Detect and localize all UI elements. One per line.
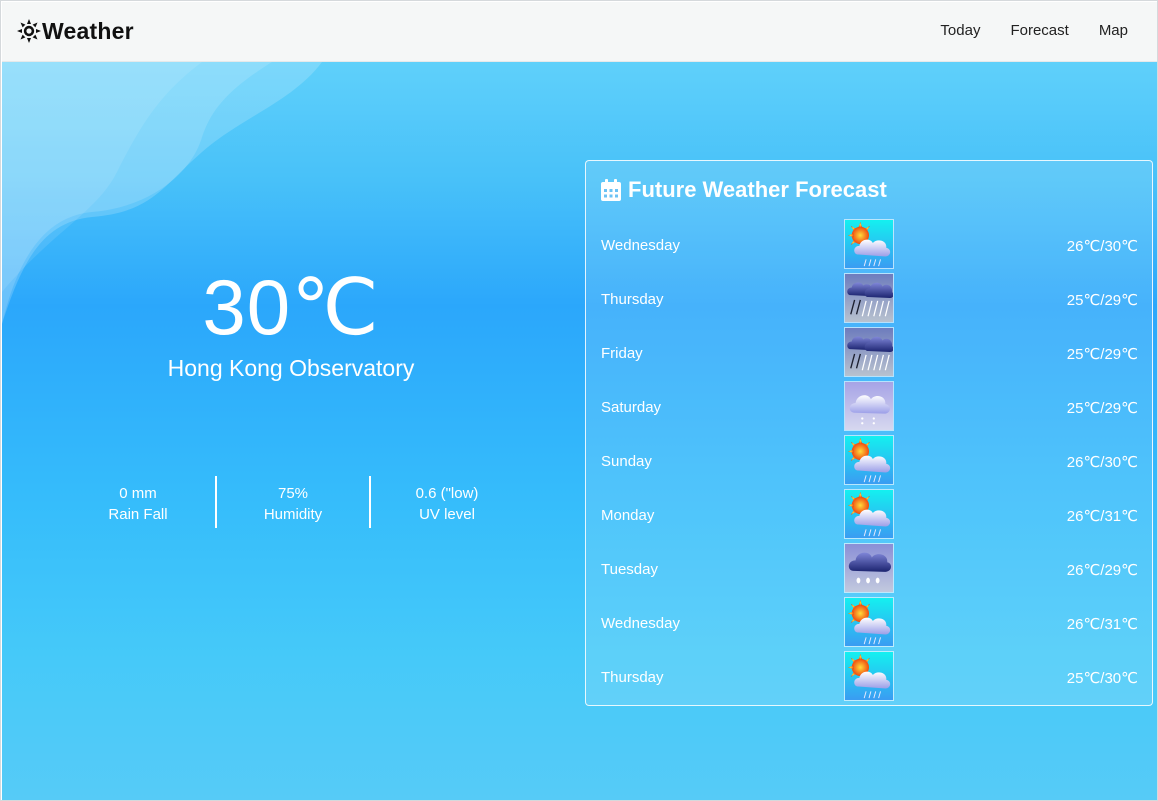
nav-link-map[interactable]: Map (1099, 22, 1128, 39)
stat-label: Humidity (263, 506, 323, 523)
stat-value: 75% (277, 485, 309, 502)
brand[interactable]: Weather (17, 16, 134, 46)
forecast-row: Wednesday 26℃/30℃ (586, 218, 1152, 272)
stat-label: UV level (419, 506, 475, 523)
nav-link-today[interactable]: Today (940, 22, 980, 39)
app-window: Weather Today Forecast Map 30℃ Hong Kong… (0, 0, 1158, 801)
dark-cloud-rain-icon (844, 543, 894, 593)
forecast-temp: 25℃/29℃ (1066, 400, 1138, 417)
forecast-row: Saturday 25℃/29℃ (586, 380, 1152, 434)
sun-cloud-rain-icon (844, 651, 894, 701)
stat-rainfall: 0 mm Rain Fall (61, 476, 215, 528)
weather-main: 30℃ Hong Kong Observatory 0 mm Rain Fall… (2, 62, 1157, 800)
nav-links: Today Forecast Map (940, 22, 1128, 39)
forecast-temp: 25℃/29℃ (1066, 292, 1138, 309)
forecast-panel: Future Weather Forecast Wednesday 26℃/30… (585, 160, 1153, 706)
sun-cloud-rain-icon (844, 219, 894, 269)
forecast-header: Future Weather Forecast (600, 177, 887, 203)
forecast-row: Wednesday 26℃/31℃ (586, 596, 1152, 650)
forecast-row: Friday 25℃/29℃ (586, 326, 1152, 380)
forecast-day: Thursday (601, 291, 664, 308)
forecast-row: Tuesday 26℃/29℃ (586, 542, 1152, 596)
forecast-temp: 26℃/30℃ (1066, 238, 1138, 255)
sun-cloud-rain-icon (844, 435, 894, 485)
current-stats: 0 mm Rain Fall 75% Humidity 0.6 ("low) U… (61, 476, 523, 528)
forecast-list: Wednesday 26℃/30℃ Thursday 25℃/29℃ Frida… (586, 218, 1152, 704)
forecast-title: Future Weather Forecast (628, 177, 887, 202)
stat-label: Rain Fall (108, 506, 168, 523)
forecast-day: Monday (601, 507, 655, 524)
current-temperature: 30℃ (202, 263, 380, 351)
heavy-rain-icon (844, 273, 894, 323)
forecast-day: Sunday (601, 453, 652, 470)
sun-icon (17, 19, 41, 43)
forecast-row: Thursday 25℃/30℃ (586, 650, 1152, 704)
navbar: Weather Today Forecast Map (2, 2, 1157, 62)
stat-humidity: 75% Humidity (215, 476, 369, 528)
forecast-row: Monday 26℃/31℃ (586, 488, 1152, 542)
forecast-day: Tuesday (601, 561, 658, 578)
forecast-temp: 25℃/29℃ (1066, 346, 1138, 363)
stat-value: 0 mm (119, 485, 157, 502)
brand-title: Weather (42, 17, 134, 44)
calendar-icon (601, 179, 621, 201)
stat-uv: 0.6 ("low) UV level (369, 476, 523, 528)
forecast-temp: 26℃/29℃ (1066, 562, 1138, 579)
forecast-temp: 25℃/30℃ (1066, 670, 1138, 687)
forecast-temp: 26℃/31℃ (1066, 616, 1138, 633)
forecast-day: Saturday (601, 399, 662, 416)
forecast-day: Friday (601, 345, 643, 362)
forecast-day: Wednesday (601, 615, 680, 632)
stat-value: 0.6 ("low) (415, 485, 479, 502)
forecast-day: Thursday (601, 669, 664, 686)
heavy-rain-icon (844, 327, 894, 377)
forecast-row: Sunday 26℃/30℃ (586, 434, 1152, 488)
station-name: Hong Kong Observatory (167, 355, 415, 381)
sun-cloud-rain-icon (844, 489, 894, 539)
forecast-temp: 26℃/30℃ (1066, 454, 1138, 471)
nav-link-forecast[interactable]: Forecast (1010, 22, 1068, 39)
light-rain-icon (844, 381, 894, 431)
forecast-temp: 26℃/31℃ (1066, 508, 1138, 525)
forecast-day: Wednesday (601, 237, 680, 254)
sun-cloud-rain-icon (844, 597, 894, 647)
forecast-row: Thursday 25℃/29℃ (586, 272, 1152, 326)
